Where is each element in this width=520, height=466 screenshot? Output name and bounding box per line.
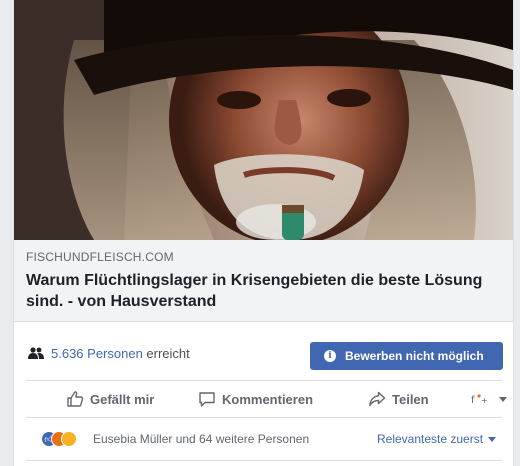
- reaction-summary[interactable]: Eusebia Müller und 64 weitere Personen: [93, 432, 309, 446]
- reach-text: 5.636 Personen erreicht: [51, 346, 190, 362]
- reach-suffix: erreicht: [146, 346, 190, 361]
- reaction-icons[interactable]: 👍︎: [41, 431, 89, 447]
- svg-text:+: +: [481, 396, 488, 405]
- divider: [26, 460, 502, 461]
- comment-sort-label: Relevanteste zuerst: [377, 432, 484, 446]
- reach-row: 5.636 Personen erreicht i Bewerben nicht…: [14, 331, 513, 377]
- svg-text:f: f: [471, 395, 475, 406]
- link-meta[interactable]: FISCHUNDFLEISCH.COM Warum Flüchtlingslag…: [14, 240, 513, 322]
- share-button[interactable]: Teilen: [368, 381, 429, 417]
- link-preview-image[interactable]: [14, 0, 513, 240]
- boost-button-label: Bewerben nicht möglich: [345, 349, 484, 363]
- people-icon: [28, 347, 44, 359]
- info-icon: i: [324, 350, 336, 362]
- reach-count-link[interactable]: 5.636 Personen: [51, 346, 143, 361]
- portrait-photo: [14, 0, 513, 240]
- link-domain: FISCHUNDFLEISCH.COM: [26, 250, 174, 264]
- thumbs-up-icon: [67, 391, 84, 407]
- chevron-down-icon: [488, 436, 497, 442]
- post-card: FISCHUNDFLEISCH.COM Warum Flüchtlingslag…: [13, 0, 514, 466]
- link-title[interactable]: Warum Flüchtlingslager in Krisengebieten…: [26, 270, 501, 312]
- boost-button[interactable]: i Bewerben nicht möglich: [310, 342, 503, 370]
- comment-sort-dropdown[interactable]: Relevanteste zuerst: [377, 432, 497, 446]
- sad-reaction-icon: [61, 431, 77, 447]
- share-button-label: Teilen: [392, 391, 429, 407]
- like-button[interactable]: Gefällt mir: [66, 381, 154, 417]
- comment-button[interactable]: Kommentieren: [198, 381, 313, 417]
- chevron-down-icon: [499, 396, 507, 402]
- page-avatar-icon: f +: [471, 394, 488, 406]
- like-button-label: Gefällt mir: [90, 391, 155, 407]
- action-bar: Gefällt mir Kommentieren Teilen f +: [26, 380, 507, 418]
- comment-button-label: Kommentieren: [222, 391, 314, 407]
- speech-bubble-icon: [199, 392, 215, 407]
- share-arrow-icon: [369, 391, 386, 407]
- reactions-row: 👍︎ Eusebia Müller und 64 weitere Persone…: [14, 420, 513, 456]
- reaction-selector-button[interactable]: f +: [470, 381, 507, 417]
